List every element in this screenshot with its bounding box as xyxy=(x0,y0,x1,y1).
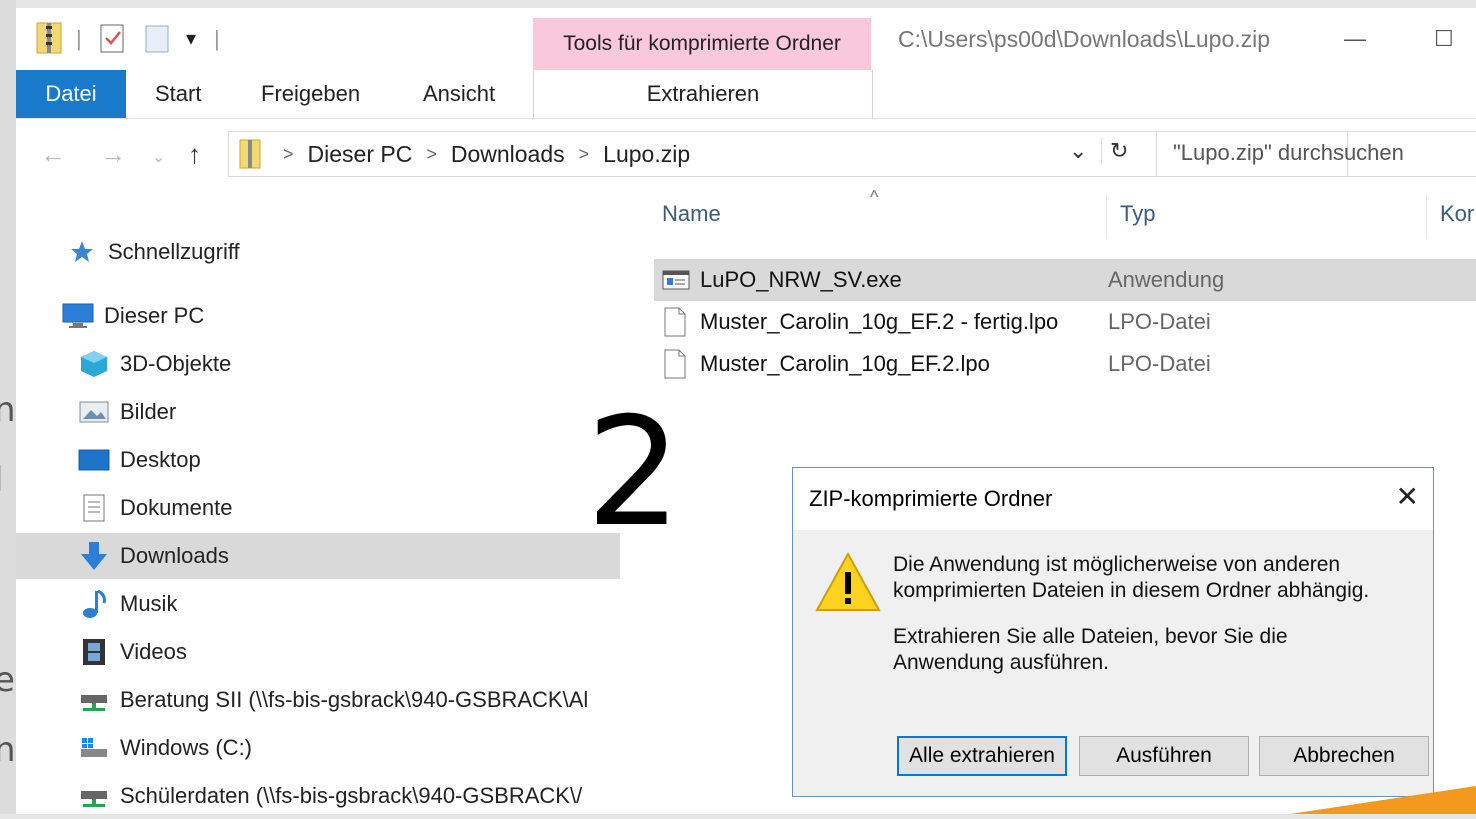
ribbon-tabs: Datei Start Freigeben Ansicht Extrahiere… xyxy=(16,70,1476,119)
nav-item-downloads[interactable]: Downloads xyxy=(16,533,620,579)
network-drive-icon xyxy=(78,780,110,812)
forward-icon[interactable]: → xyxy=(100,139,126,170)
dialog-message-line2: Extrahieren Sie alle Dateien, bevor Sie … xyxy=(893,625,1288,674)
column-divider[interactable] xyxy=(1426,195,1427,239)
back-icon[interactable]: ← xyxy=(40,139,66,170)
warning-icon xyxy=(815,551,881,617)
tab-extrahieren[interactable]: Extrahieren xyxy=(533,70,873,118)
file-icon xyxy=(662,349,696,379)
maximize-button[interactable]: ☐ xyxy=(1434,26,1454,52)
breadcrumb-chevron-icon: > xyxy=(426,143,437,164)
window-title: C:\Users\ps00d\Downloads\Lupo.zip xyxy=(898,26,1271,52)
network-drive-icon xyxy=(78,684,110,716)
up-icon[interactable]: ↑ xyxy=(188,139,201,170)
nav-item-3d-objekte[interactable]: 3D-Objekte xyxy=(78,341,682,387)
cancel-button[interactable]: Abbrechen xyxy=(1259,736,1429,776)
extract-all-button[interactable]: Alle extrahieren xyxy=(897,736,1067,776)
file-row[interactable]: LuPO_NRW_SV.exe Anwendung xyxy=(654,259,1476,301)
qat-separator: | xyxy=(214,26,220,51)
column-header-type[interactable]: Typ xyxy=(1120,201,1155,227)
step-number-annotation: 2 xyxy=(586,386,682,560)
file-icon xyxy=(662,307,696,337)
nav-quick-access[interactable]: Schnellzugriff xyxy=(66,229,670,275)
film-icon xyxy=(78,636,110,668)
dialog-message-line1: Die Anwendung ist möglicherweise von and… xyxy=(893,553,1370,602)
close-icon[interactable]: ✕ xyxy=(1396,480,1419,513)
breadcrumb-lupo-zip[interactable]: Lupo.zip xyxy=(603,141,690,168)
background-document-strip: nlen xyxy=(0,0,16,814)
cube-icon xyxy=(78,348,110,380)
breadcrumb-chevron-icon: > xyxy=(578,143,590,164)
column-header-more[interactable]: Kor xyxy=(1440,201,1474,227)
dialog-title: ZIP-komprimierte Ordner xyxy=(809,486,1053,511)
new-folder-icon[interactable] xyxy=(144,22,172,59)
download-arrow-icon xyxy=(78,540,110,572)
documents-icon xyxy=(78,492,110,524)
context-tools-header: Tools für komprimierte Ordner xyxy=(533,18,871,70)
music-note-icon xyxy=(78,588,110,620)
orange-accent-shape xyxy=(1290,786,1476,814)
nav-this-pc[interactable]: Dieser PC xyxy=(62,293,666,339)
tab-freigeben[interactable]: Freigeben xyxy=(261,70,360,118)
minimize-button[interactable]: — xyxy=(1344,26,1366,52)
file-row[interactable]: Muster_Carolin_10g_EF.2.lpo LPO-Datei xyxy=(654,343,1476,385)
dialog-message: Die Anwendung ist möglicherweise von and… xyxy=(893,552,1393,696)
search-input[interactable]: "Lupo.zip" durchsuchen xyxy=(1156,131,1476,177)
address-dropdown-icon[interactable]: ⌄ xyxy=(1069,138,1087,164)
zip-warning-dialog: ZIP-komprimierte Ordner ✕ Die Anwendung … xyxy=(792,467,1434,797)
tab-start[interactable]: Start xyxy=(155,70,201,118)
tab-ansicht[interactable]: Ansicht xyxy=(423,70,495,118)
properties-icon[interactable] xyxy=(100,22,126,59)
refresh-icon[interactable]: ↻ xyxy=(1101,138,1128,164)
column-header-name[interactable]: Name xyxy=(662,201,721,227)
breadcrumb-dieser-pc[interactable]: Dieser PC xyxy=(308,141,413,168)
qat-dropdown-icon[interactable]: ▾ xyxy=(186,26,196,51)
nav-item-schuelerdaten[interactable]: Schülerdaten (\\fs-bis-gsbrack\940-GSBRA… xyxy=(78,773,620,819)
nav-item-windows-c[interactable]: Windows (C:) xyxy=(78,725,682,771)
star-icon xyxy=(66,236,98,268)
run-button[interactable]: Ausführen xyxy=(1079,736,1249,776)
sort-ascending-icon: ^ xyxy=(870,187,879,207)
computer-icon xyxy=(62,300,94,332)
nav-item-videos[interactable]: Videos xyxy=(78,629,682,675)
application-icon xyxy=(662,268,696,292)
zip-folder-icon xyxy=(36,22,62,59)
nav-item-musik[interactable]: Musik xyxy=(78,581,682,627)
recent-dropdown-icon[interactable]: ⌄ xyxy=(152,147,165,167)
address-row: ← → ⌄ ↑ > Dieser PC > Downloads > Lupo.z… xyxy=(16,119,1476,185)
pictures-icon xyxy=(78,396,110,428)
navigation-pane: Schnellzugriff Dieser PC 3D-Objekte Bild… xyxy=(16,185,624,814)
qat-separator: | xyxy=(76,26,82,51)
tab-datei[interactable]: Datei xyxy=(16,70,126,118)
file-row[interactable]: Muster_Carolin_10g_EF.2 - fertig.lpo LPO… xyxy=(654,301,1476,343)
nav-item-beratung-sii[interactable]: Beratung SII (\\fs-bis-gsbrack\940-GSBRA… xyxy=(78,677,620,723)
column-divider[interactable] xyxy=(1106,195,1107,239)
dialog-title-bar: ZIP-komprimierte Ordner ✕ xyxy=(793,468,1433,530)
drive-icon xyxy=(78,732,110,764)
breadcrumb-chevron-icon: > xyxy=(283,143,294,164)
desktop-icon xyxy=(78,444,110,476)
title-bar: | ▾ | Tools für komprimierte Ordner C:\U… xyxy=(16,8,1476,70)
zip-folder-icon xyxy=(239,139,261,169)
breadcrumb-downloads[interactable]: Downloads xyxy=(451,141,565,168)
